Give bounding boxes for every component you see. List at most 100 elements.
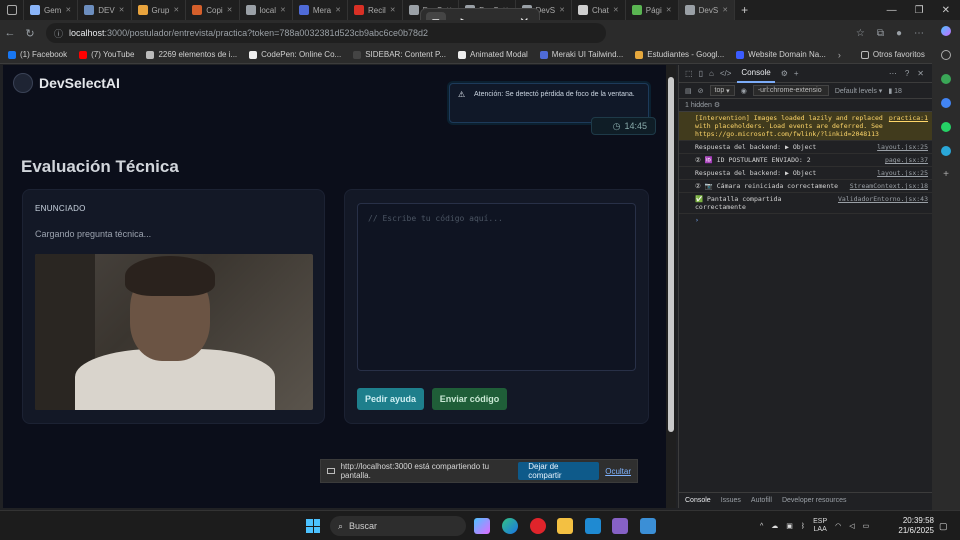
clear-console-icon[interactable]: ⊘ — [698, 87, 704, 95]
bookmark-item[interactable]: Meraki UI Tailwind... — [539, 50, 623, 59]
close-tab-icon[interactable]: ✕ — [119, 6, 125, 14]
issues-badge[interactable]: ▮ 18 — [888, 87, 902, 95]
close-tab-icon[interactable]: ✕ — [666, 6, 672, 14]
bookmarks-overflow-icon[interactable]: › — [838, 50, 841, 60]
minimize-icon[interactable]: — — [887, 5, 897, 16]
drawer-tab[interactable]: Autofill — [751, 497, 772, 504]
levels-select[interactable]: Default levels ▾ — [835, 87, 883, 95]
log-source-link[interactable]: layout.jsx:25 — [877, 143, 928, 151]
more-tools-icon[interactable]: ⋯ — [889, 69, 897, 78]
drawer-tab[interactable]: Developer resources — [782, 497, 847, 504]
search-icon[interactable] — [941, 50, 951, 60]
close-tab-icon[interactable]: ✕ — [227, 6, 233, 14]
code-editor[interactable]: // Escribe tu código aquí... — [357, 203, 636, 371]
close-window-icon[interactable]: ✕ — [942, 5, 950, 16]
more-menu-icon[interactable]: ⋯ — [914, 28, 924, 39]
tab-console[interactable]: Console — [737, 65, 775, 83]
workspaces-button[interactable] — [0, 0, 24, 20]
file-explorer-icon[interactable] — [557, 518, 573, 534]
volume-icon[interactable]: ◁ — [849, 522, 854, 530]
azure-app-icon[interactable] — [640, 518, 656, 534]
close-tab-icon[interactable]: ✕ — [390, 6, 396, 14]
copilot-app-icon[interactable] — [474, 518, 490, 534]
url-field[interactable]: ⓘ localhost:3000/postulador/entrevista/p… — [46, 23, 606, 43]
extensions-icon[interactable]: ⧉ — [877, 28, 884, 39]
edge-app-icon[interactable] — [502, 518, 518, 534]
browser-tab[interactable]: Copi ✕ — [186, 0, 240, 20]
profile-avatar[interactable]: ● — [896, 28, 902, 39]
notification-icon[interactable]: ▢ — [939, 521, 948, 532]
bookmark-item[interactable]: Website Domain Na... — [736, 50, 826, 59]
log-source-link[interactable]: ValidadorEntorno.jsx:43 — [838, 195, 928, 211]
close-tab-icon[interactable]: ✕ — [280, 6, 286, 14]
whatsapp-icon[interactable] — [941, 122, 951, 132]
wifi-icon[interactable]: ◠ — [835, 522, 841, 530]
site-info-icon[interactable]: ⓘ — [54, 27, 63, 40]
drawer-tab[interactable]: Console — [685, 497, 711, 504]
browser-tab[interactable]: Recil ✕ — [348, 0, 403, 20]
close-devtools-icon[interactable]: ✕ — [917, 69, 924, 78]
eye-icon[interactable]: ◉ — [741, 87, 747, 95]
language-indicator[interactable]: ESP LAA — [813, 518, 827, 534]
close-tab-icon[interactable]: ✕ — [613, 6, 619, 14]
sidebar-toggle-icon[interactable]: ▤ — [685, 87, 692, 95]
taskbar-search[interactable]: ⌕ Buscar — [330, 516, 466, 536]
star-icon[interactable]: ☆ — [856, 28, 865, 39]
bug-icon[interactable]: ⚙ — [781, 69, 788, 78]
close-tab-icon[interactable]: ✕ — [559, 6, 565, 14]
new-tab-button[interactable]: + — [735, 0, 754, 20]
elements-icon[interactable]: </> — [720, 69, 732, 78]
other-bookmarks[interactable]: Otros favoritos — [860, 50, 925, 59]
close-tab-icon[interactable]: ✕ — [335, 6, 341, 14]
page-scrollbar-thumb[interactable] — [668, 77, 674, 432]
vscode-app-icon[interactable] — [585, 518, 601, 534]
browser-tab[interactable]: Pági ✕ — [626, 0, 679, 20]
app-tray-icon[interactable]: ▣ — [786, 522, 793, 530]
bookmark-item[interactable]: (7) YouTube — [79, 50, 134, 59]
browser-tab[interactable]: Gem ✕ — [24, 0, 79, 20]
device-toolbar-icon[interactable]: ▯ — [699, 69, 703, 78]
opera-app-icon[interactable] — [530, 518, 546, 534]
add-sidebar-icon[interactable]: + — [941, 170, 951, 180]
tray-overflow-icon[interactable]: ^ — [760, 523, 763, 530]
visual-studio-icon[interactable] — [612, 518, 628, 534]
copilot-icon[interactable] — [941, 26, 951, 36]
browser-tab[interactable]: DEV ✕ — [78, 0, 132, 20]
bookmark-item[interactable]: Estudiantes - Googl... — [635, 50, 724, 59]
onedrive-icon[interactable]: ☁ — [771, 522, 778, 530]
bookmark-item[interactable]: Animated Modal — [457, 50, 528, 59]
close-tab-icon[interactable]: ✕ — [173, 6, 179, 14]
close-tab-icon[interactable]: ✕ — [65, 6, 71, 14]
taskbar-clock[interactable]: 20:39:58 21/6/2025 — [896, 516, 934, 536]
log-source-link[interactable]: practica:1 — [889, 114, 928, 138]
close-tab-icon[interactable]: ✕ — [722, 6, 728, 14]
console-prompt[interactable]: › — [679, 214, 932, 226]
stop-sharing-button[interactable]: Dejar de compartir — [518, 462, 600, 480]
inspect-icon[interactable]: ⬚ — [685, 69, 693, 78]
drawer-tab[interactable]: Issues — [721, 497, 741, 504]
context-select[interactable]: top ▾ — [709, 85, 735, 96]
maximize-icon[interactable]: ❐ — [915, 5, 924, 16]
tools-icon[interactable] — [941, 98, 951, 108]
help-icon[interactable]: ? — [905, 69, 909, 78]
log-source-link[interactable]: StreamContext.jsx:18 — [850, 182, 928, 190]
telegram-icon[interactable] — [941, 146, 951, 156]
bookmark-item[interactable]: SIDEBAR: Content P... — [353, 50, 446, 59]
bookmark-item[interactable]: CodePen: Online Co... — [249, 50, 341, 59]
console-filter-input[interactable]: -url:chrome-extensio — [752, 85, 829, 96]
back-icon[interactable]: ← — [0, 27, 20, 39]
browser-tab[interactable]: Chat ✕ — [572, 0, 626, 20]
settings-icon[interactable]: ⚙ — [714, 102, 720, 109]
start-button[interactable] — [306, 519, 320, 533]
home-icon[interactable]: ⌂ — [709, 69, 714, 78]
browser-tab[interactable]: Mera ✕ — [293, 0, 348, 20]
send-code-button[interactable]: Enviar código — [432, 388, 507, 410]
reload-icon[interactable]: ↻ — [20, 27, 40, 40]
battery-icon[interactable]: ▭ — [863, 522, 870, 530]
browser-tab[interactable]: local ✕ — [240, 0, 293, 20]
bluetooth-icon[interactable]: ᛒ — [801, 523, 805, 530]
help-button[interactable]: Pedir ayuda — [357, 388, 424, 410]
browser-tab[interactable]: DevS✕ — [678, 0, 736, 20]
games-icon[interactable] — [941, 74, 951, 84]
hide-share-bar-link[interactable]: Ocultar — [605, 467, 631, 476]
